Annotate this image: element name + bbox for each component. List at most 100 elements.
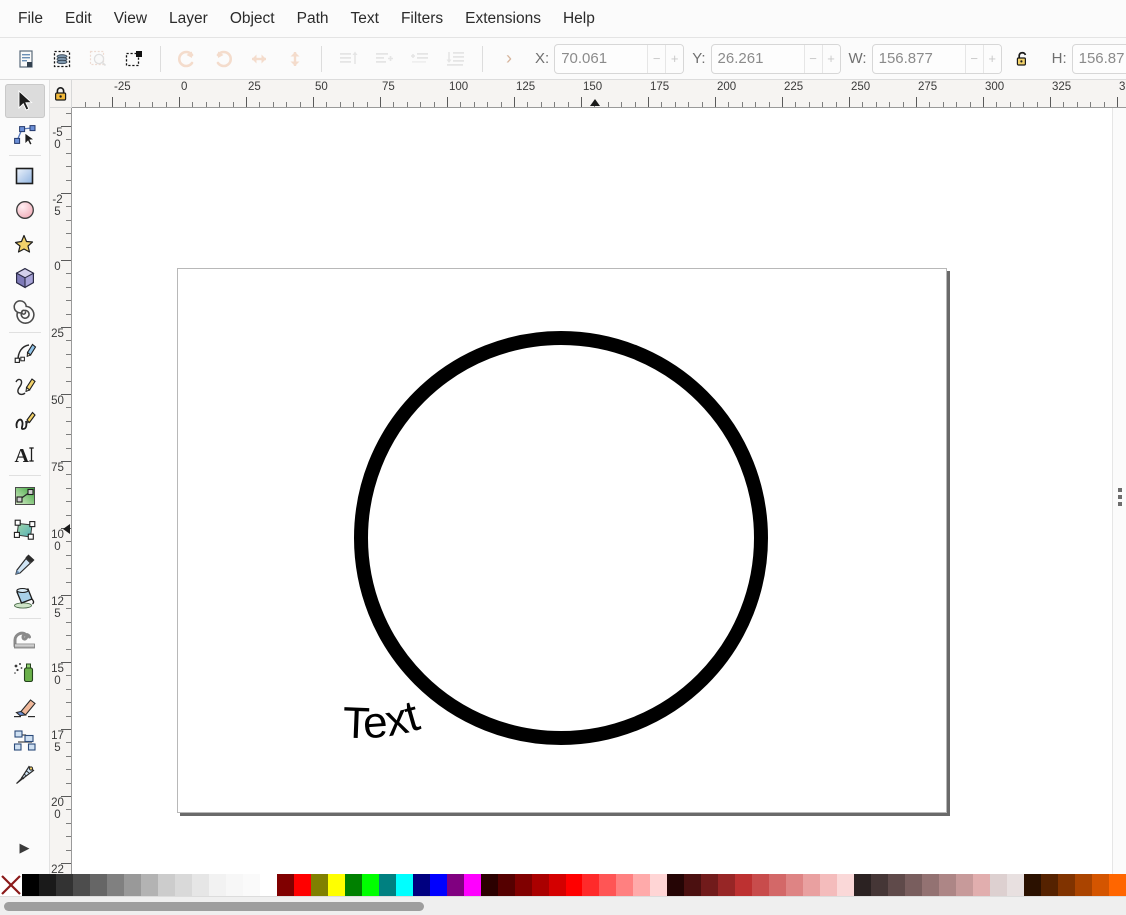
y-field-decrement[interactable]: − [804,45,822,73]
menu-view[interactable]: View [104,6,157,32]
dropper-tool[interactable] [5,547,45,581]
palette-swatch[interactable] [379,874,396,896]
x-field[interactable]: 70.061 − + [554,44,684,74]
h-field-value[interactable]: 156.87 [1073,45,1126,73]
palette-swatch[interactable] [718,874,735,896]
menu-edit[interactable]: Edit [55,6,102,32]
gradient-tool[interactable] [5,479,45,513]
palette-swatch[interactable] [430,874,447,896]
palette-swatch[interactable] [616,874,633,896]
menu-filters[interactable]: Filters [391,6,453,32]
rectangle-tool[interactable] [5,159,45,193]
palette-swatch[interactable] [362,874,379,896]
spray-tool[interactable] [5,656,45,690]
palette-swatch[interactable] [260,874,277,896]
palette-swatch[interactable] [413,874,430,896]
y-field-value[interactable]: 26.261 [712,45,804,73]
palette-swatch[interactable] [667,874,684,896]
no-color-swatch[interactable] [0,874,22,896]
lock-wh-ratio-icon[interactable] [1008,44,1038,74]
palette-swatch[interactable] [956,874,973,896]
connector-tool[interactable] [5,724,45,758]
menu-object[interactable]: Object [220,6,285,32]
select-all-icon[interactable] [11,44,41,74]
menu-file[interactable]: File [8,6,53,32]
palette-swatch[interactable] [515,874,532,896]
palette-swatch[interactable] [566,874,583,896]
palette-swatch[interactable] [633,874,650,896]
palette-swatch[interactable] [22,874,39,896]
pencil-tool[interactable] [5,370,45,404]
palette-swatch[interactable] [803,874,820,896]
palette-swatch[interactable] [1058,874,1075,896]
eraser-tool[interactable] [5,690,45,724]
flip-vertical-icon[interactable] [280,44,310,74]
paint-bucket-tool[interactable] [5,581,45,615]
color-palette[interactable] [0,874,1126,896]
mesh-gradient-tool[interactable] [5,513,45,547]
x-field-increment[interactable]: + [665,45,683,73]
scrollbar-thumb[interactable] [4,902,424,911]
canvas-area[interactable]: Text [72,108,1112,885]
palette-swatch[interactable] [973,874,990,896]
palette-swatch[interactable] [73,874,90,896]
spiral-tool[interactable] [5,295,45,329]
y-field[interactable]: 26.261 − + [711,44,841,74]
y-field-increment[interactable]: + [822,45,840,73]
node-tool[interactable] [5,118,45,152]
palette-swatch[interactable] [447,874,464,896]
palette-swatches[interactable] [22,874,1126,896]
w-field-value[interactable]: 156.877 [873,45,965,73]
star-tool[interactable] [5,227,45,261]
selector-tool[interactable] [5,84,45,118]
w-field-decrement[interactable]: − [965,45,983,73]
palette-swatch[interactable] [175,874,192,896]
text-tool[interactable]: A [5,438,45,472]
raise-icon[interactable] [369,44,399,74]
select-all-in-layers-icon[interactable] [47,44,77,74]
flip-horizontal-icon[interactable] [244,44,274,74]
pen-tool[interactable] [5,336,45,370]
palette-swatch[interactable] [90,874,107,896]
menu-text[interactable]: Text [341,6,389,32]
rotate-cw-90-icon[interactable] [208,44,238,74]
deselect-icon[interactable] [119,44,149,74]
palette-swatch[interactable] [922,874,939,896]
palette-swatch[interactable] [549,874,566,896]
palette-swatch[interactable] [990,874,1007,896]
palette-swatch[interactable] [769,874,786,896]
palette-swatch[interactable] [328,874,345,896]
palette-swatch[interactable] [464,874,481,896]
w-field-increment[interactable]: + [983,45,1001,73]
palette-swatch[interactable] [1109,874,1126,896]
text-on-path[interactable]: Text [342,691,425,748]
palette-swatch[interactable] [820,874,837,896]
palette-swatch[interactable] [209,874,226,896]
palette-swatch[interactable] [124,874,141,896]
calligraphy-tool[interactable] [5,404,45,438]
palette-swatch[interactable] [192,874,209,896]
palette-swatch[interactable] [1041,874,1058,896]
palette-swatch[interactable] [888,874,905,896]
palette-swatch[interactable] [56,874,73,896]
palette-swatch[interactable] [1092,874,1109,896]
menu-path[interactable]: Path [287,6,339,32]
raise-to-top-icon[interactable] [333,44,363,74]
palette-swatch[interactable] [226,874,243,896]
menu-extensions[interactable]: Extensions [455,6,551,32]
palette-swatch[interactable] [1075,874,1092,896]
x-field-decrement[interactable]: − [647,45,665,73]
palette-swatch[interactable] [498,874,515,896]
vertical-ruler[interactable]: -50-250255075100125150175200225 [50,108,72,885]
palette-swatch[interactable] [396,874,413,896]
tweak-tool[interactable] [5,622,45,656]
palette-swatch[interactable] [294,874,311,896]
select-same-icon[interactable] [83,44,113,74]
palette-swatch[interactable] [532,874,549,896]
palette-swatch[interactable] [650,874,667,896]
palette-swatch[interactable] [243,874,260,896]
palette-swatch[interactable] [939,874,956,896]
rotate-ccw-90-icon[interactable] [172,44,202,74]
horizontal-scrollbar[interactable] [0,896,1126,915]
palette-swatch[interactable] [39,874,56,896]
